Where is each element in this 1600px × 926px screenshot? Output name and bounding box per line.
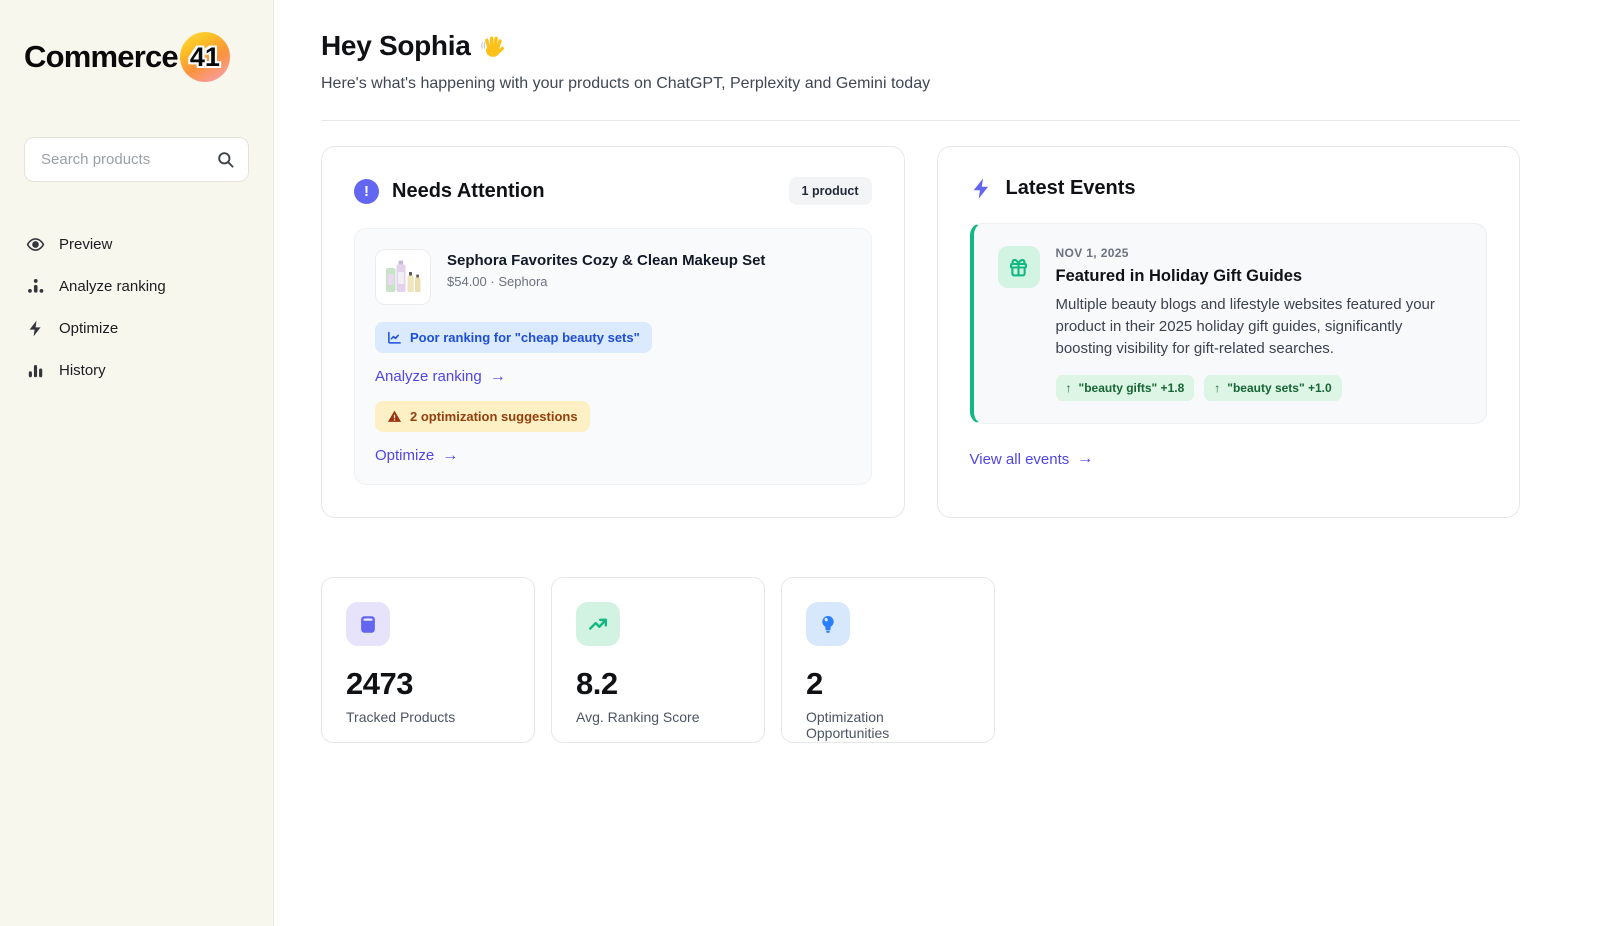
stat-value: 8.2 (576, 666, 740, 702)
ranking-gain-badge: ↑ "beauty gifts" +1.8 (1056, 375, 1195, 401)
page-subtitle: Here's what's happening with your produc… (321, 75, 1520, 93)
sidebar-item-label: Optimize (59, 320, 118, 337)
page-title: Hey Sophia (321, 30, 1520, 62)
latest-events-card: Latest Events NOV 1, 2025 Featured in Ho… (937, 146, 1521, 518)
product-count-badge: 1 product (789, 177, 872, 205)
lightning-icon (970, 177, 993, 200)
optimize-link[interactable]: Optimize → (375, 447, 458, 464)
event-card[interactable]: NOV 1, 2025 Featured in Holiday Gift Gui… (970, 223, 1488, 424)
event-description: Multiple beauty blogs and lifestyle webs… (1056, 294, 1463, 361)
stat-value: 2473 (346, 666, 510, 702)
greeting-text: Hey Sophia (321, 30, 470, 62)
product-image (375, 249, 431, 305)
sidebar-item-label: Analyze ranking (59, 278, 166, 295)
stat-label: Avg. Ranking Score (576, 709, 740, 725)
ranking-issue-text: Poor ranking for "cheap beauty sets" (410, 330, 640, 345)
bolt-icon (26, 319, 45, 338)
product-meta: $54.00 · Sephora (447, 274, 765, 289)
brand-logo[interactable]: Commerce 41 (24, 32, 249, 82)
warning-triangle-icon (387, 409, 402, 424)
sidebar-item-analyze-ranking[interactable]: Analyze ranking (24, 270, 249, 303)
lightbulb-icon-container (806, 602, 850, 646)
gift-icon-container (998, 246, 1040, 288)
sidebar-nav: Preview Analyze ranking Optimize History (24, 228, 249, 387)
event-content: NOV 1, 2025 Featured in Holiday Gift Gui… (1056, 246, 1463, 401)
chart-line-icon (387, 330, 402, 345)
package-icon-container (346, 602, 390, 646)
needs-attention-header: ! Needs Attention 1 product (354, 177, 872, 205)
needs-attention-title: Needs Attention (392, 180, 545, 203)
sidebar-item-optimize[interactable]: Optimize (24, 312, 249, 345)
brand-name: Commerce (24, 39, 178, 75)
stat-card-avg-ranking-score: 8.2 Avg. Ranking Score (551, 577, 765, 743)
top-cards-row: ! Needs Attention 1 product (321, 146, 1520, 518)
view-all-events-link[interactable]: View all events → (970, 451, 1094, 468)
gift-icon (1008, 257, 1029, 278)
arrow-right-icon: → (1077, 451, 1093, 467)
trending-up-icon-container (576, 602, 620, 646)
arrow-up-icon: ↑ (1214, 381, 1220, 395)
arrow-right-icon: → (490, 369, 506, 385)
ranking-gain-text: "beauty gifts" +1.8 (1079, 381, 1185, 395)
sidebar-item-label: History (59, 362, 106, 379)
arrow-right-icon: → (442, 448, 458, 464)
sidebar: Commerce 41 Preview Analyze ranking Opti… (0, 0, 274, 926)
product-card[interactable]: Sephora Favorites Cozy & Clean Makeup Se… (354, 228, 872, 485)
stat-label: Tracked Products (346, 709, 510, 725)
page-header: Hey Sophia Here's what's happening with … (321, 0, 1520, 121)
makeup-set-illustration (382, 256, 424, 298)
brand-badge: 41 (180, 32, 230, 82)
stat-card-optimization-opportunities: 2 Optimization Opportunities (781, 577, 995, 743)
analyze-ranking-link[interactable]: Analyze ranking → (375, 368, 506, 385)
arrow-up-icon: ↑ (1066, 381, 1072, 395)
product-price: $54.00 (447, 274, 487, 289)
waving-hand-icon (480, 33, 507, 60)
event-title: Featured in Holiday Gift Guides (1056, 267, 1463, 286)
analyze-ranking-label: Analyze ranking (375, 368, 482, 385)
stat-value: 2 (806, 666, 970, 702)
search-icon[interactable] (216, 150, 235, 169)
alert-icon: ! (354, 179, 379, 204)
eye-icon (26, 235, 45, 254)
event-badges: ↑ "beauty gifts" +1.8 ↑ "beauty sets" +1… (1056, 375, 1463, 401)
stat-label: Optimization Opportunities (806, 709, 970, 741)
product-brand: Sephora (498, 274, 547, 289)
latest-events-title: Latest Events (1006, 177, 1136, 200)
sidebar-item-label: Preview (59, 236, 112, 253)
ranking-gain-badge: ↑ "beauty sets" +1.0 (1204, 375, 1341, 401)
product-row: Sephora Favorites Cozy & Clean Makeup Se… (375, 249, 851, 305)
optimize-label: Optimize (375, 447, 434, 464)
sidebar-item-preview[interactable]: Preview (24, 228, 249, 261)
optimization-warning-badge: 2 optimization suggestions (375, 401, 590, 432)
event-date: NOV 1, 2025 (1056, 246, 1463, 260)
package-icon (357, 613, 379, 635)
trending-up-icon (587, 613, 609, 635)
product-name: Sephora Favorites Cozy & Clean Makeup Se… (447, 252, 765, 269)
lightbulb-icon (817, 613, 839, 635)
product-info: Sephora Favorites Cozy & Clean Makeup Se… (447, 249, 765, 289)
meta-separator: · (490, 274, 494, 289)
ranking-gain-text: "beauty sets" +1.0 (1227, 381, 1331, 395)
optimization-warning-text: 2 optimization suggestions (410, 409, 578, 424)
view-all-events-label: View all events (970, 451, 1070, 468)
latest-events-header: Latest Events (970, 177, 1488, 200)
scatter-chart-icon (26, 277, 45, 296)
main-content: Hey Sophia Here's what's happening with … (274, 0, 1600, 926)
search-box (24, 137, 249, 182)
stats-row: 2473 Tracked Products 8.2 Avg. Ranking S… (321, 577, 1520, 743)
sidebar-item-history[interactable]: History (24, 354, 249, 387)
needs-attention-card: ! Needs Attention 1 product (321, 146, 905, 518)
stat-card-tracked-products: 2473 Tracked Products (321, 577, 535, 743)
ranking-issue-badge: Poor ranking for "cheap beauty sets" (375, 322, 652, 353)
bar-chart-icon (26, 361, 45, 380)
